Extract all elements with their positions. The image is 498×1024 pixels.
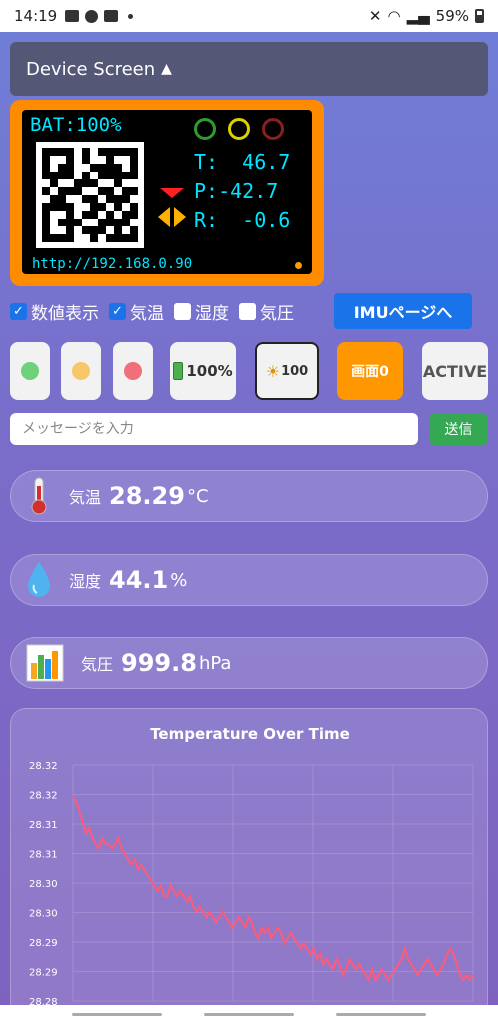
- humidity-unit: %: [170, 569, 188, 591]
- temperature-card: 気温 28.29 °C: [10, 470, 488, 522]
- notification-icon: [104, 10, 119, 22]
- pressure-unit: hPa: [198, 652, 232, 674]
- checkbox-label: 数値表示: [31, 303, 99, 324]
- checkbox-pressure[interactable]: 気圧: [239, 299, 294, 324]
- checkbox-unchecked-icon[interactable]: [239, 302, 256, 320]
- y-tick-label: 28.30: [29, 909, 58, 920]
- temperature-unit: °C: [186, 485, 209, 507]
- sun-icon: ☀: [265, 361, 281, 381]
- y-tick-label: 28.30: [29, 879, 58, 890]
- checkbox-unchecked-icon[interactable]: [174, 302, 191, 320]
- lcd-values: T: 46.7 P:-42.7 R: -0.6: [194, 148, 290, 235]
- y-tick-label: 28.32: [29, 761, 58, 772]
- left-right-arrow-icon: [158, 207, 186, 227]
- pressure-value: 999.8: [121, 649, 197, 677]
- bar-chart-icon: [26, 644, 64, 682]
- screen-button[interactable]: 画面0: [337, 342, 403, 400]
- checkbox-numeric-display[interactable]: ✓ 数値表示: [10, 299, 99, 324]
- nav-back[interactable]: [336, 1013, 426, 1016]
- battery-button-label: 100%: [186, 362, 233, 380]
- device-lcd-frame: BAT:100% T: 46.7 P:-42.7 R: -0.6 http://19…: [10, 100, 324, 286]
- yellow-ring-icon: [228, 118, 250, 140]
- green-ring-icon: [194, 118, 216, 140]
- battery-icon: [475, 9, 484, 23]
- checkbox-humidity[interactable]: 湿度: [174, 299, 229, 324]
- brightness-button-label: 100: [281, 363, 309, 379]
- gallery-icon: [65, 10, 80, 22]
- status-bar: 14:19 ✕ ◠ ▂▄ 59%: [0, 0, 498, 32]
- lcd-indicator-dot: [295, 262, 302, 269]
- y-tick-label: 28.29: [29, 938, 58, 949]
- red-ring-icon: [262, 118, 284, 140]
- lcd-roll-line: R: -0.6: [194, 208, 291, 232]
- thermometer-icon: [31, 477, 47, 515]
- mute-icon: ✕: [368, 7, 382, 25]
- active-button-label: ACTIVE: [422, 361, 488, 381]
- lcd-battery-text: BAT:100%: [30, 114, 122, 136]
- message-input[interactable]: [10, 413, 418, 445]
- y-tick-label: 28.32: [29, 791, 58, 802]
- red-led-icon: [124, 362, 142, 380]
- device-lcd-screen: BAT:100% T: 46.7 P:-42.7 R: -0.6 http://19…: [22, 110, 312, 274]
- temperature-label: 気温: [69, 488, 102, 507]
- battery-button[interactable]: 100%: [170, 342, 236, 400]
- y-tick-label: 28.31: [29, 850, 58, 861]
- imu-page-button[interactable]: IMUページへ: [334, 293, 472, 329]
- account-icon: [85, 9, 99, 23]
- yellow-led-button[interactable]: [61, 342, 101, 400]
- pressure-label: 気圧: [81, 655, 114, 674]
- red-led-button[interactable]: [113, 342, 153, 400]
- wifi-icon: ◠: [387, 7, 401, 25]
- down-arrow-icon: [160, 188, 184, 198]
- lcd-pressure-line: P:-42.7: [194, 179, 279, 203]
- checkbox-checked-icon[interactable]: ✓: [10, 302, 27, 320]
- battery-percent: 59%: [435, 7, 469, 25]
- checkbox-label: 気温: [130, 303, 164, 324]
- device-screen-label: Device Screen: [26, 58, 156, 80]
- status-rings: [194, 118, 284, 140]
- signal-icon: ▂▄: [406, 7, 430, 25]
- yellow-led-icon: [72, 362, 90, 380]
- y-tick-label: 28.29: [29, 968, 58, 979]
- temperature-value: 28.29: [109, 482, 185, 510]
- device-screen-toggle[interactable]: Device Screen ▲: [10, 42, 488, 96]
- brightness-button[interactable]: ☀ 100: [255, 342, 319, 400]
- status-time: 14:19: [14, 7, 58, 25]
- pressure-card: 気圧 999.8 hPa: [10, 637, 488, 689]
- system-nav-bar: [0, 1005, 498, 1024]
- screen-button-label: 画面0: [351, 364, 389, 380]
- nav-recent-apps[interactable]: [72, 1013, 162, 1016]
- humidity-value: 44.1: [109, 566, 169, 594]
- checkbox-label: 気圧: [260, 303, 294, 324]
- humidity-label: 湿度: [69, 572, 102, 591]
- collapse-arrow-icon: ▲: [161, 61, 172, 77]
- checkbox-checked-icon[interactable]: ✓: [109, 302, 126, 320]
- checkbox-label: 湿度: [195, 303, 229, 324]
- green-led-button[interactable]: [10, 342, 50, 400]
- lcd-temp-line: T: 46.7: [194, 150, 291, 174]
- checkbox-temperature[interactable]: ✓ 気温: [109, 299, 164, 324]
- qr-code-icon: [36, 142, 144, 248]
- battery-level-icon: [173, 362, 184, 380]
- y-tick-label: 28.31: [29, 820, 58, 831]
- green-led-icon: [21, 362, 39, 380]
- water-drop-icon: [28, 562, 50, 597]
- humidity-card: 湿度 44.1 %: [10, 554, 488, 606]
- temperature-chart: Temperature Over Time 28.32 28.32 28.31 28.…: [10, 708, 488, 1024]
- temperature-line-chart: 28.32 28.32 28.31 28.31 28.30 28.30 28.29 28.29…: [29, 761, 474, 1008]
- send-button[interactable]: 送信: [429, 413, 488, 445]
- nav-home[interactable]: [204, 1013, 294, 1016]
- active-button[interactable]: ACTIVE: [422, 342, 488, 400]
- display-options: ✓ 数値表示 ✓ 気温 湿度 気圧: [10, 298, 300, 324]
- more-notifications-icon: [128, 13, 134, 19]
- lcd-url: http://192.168.0.90: [32, 256, 193, 272]
